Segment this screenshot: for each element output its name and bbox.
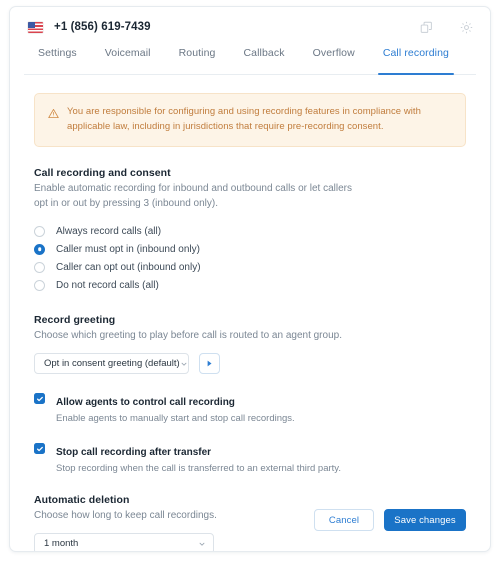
warning-triangle-icon [48, 106, 59, 134]
warning-text: You are responsible for configuring and … [67, 106, 421, 132]
radio-option-do-not-record[interactable]: Do not record calls (all) [34, 276, 466, 294]
checkbox-checked-icon [34, 443, 45, 455]
agent-control-toggle: Allow agents to control call recording E… [34, 392, 466, 424]
stop-after-transfer-checkbox-row[interactable]: Stop call recording after transfer Stop … [34, 442, 466, 474]
card-header: +1 (856) 619-7439 [10, 7, 490, 47]
radio-indicator [34, 225, 45, 237]
greeting-description: Choose which greeting to play before cal… [34, 330, 342, 342]
agent-control-checkbox-row[interactable]: Allow agents to control call recording E… [34, 392, 466, 424]
chevron-down-icon [180, 360, 188, 368]
radio-label: Caller can opt out (inbound only) [56, 261, 201, 273]
tab-settings[interactable]: Settings [24, 47, 91, 75]
tab-voicemail[interactable]: Voicemail [91, 47, 165, 75]
consent-title: Call recording and consent [34, 167, 171, 180]
save-changes-button[interactable]: Save changes [384, 509, 466, 531]
agent-control-title: Allow agents to control call recording [56, 397, 235, 409]
stop-after-transfer-description: Stop recording when the call is transfer… [56, 463, 341, 475]
gear-icon[interactable] [458, 19, 474, 35]
record-greeting-section: Record greeting Choose which greeting to… [34, 314, 466, 375]
radio-option-always-record[interactable]: Always record calls (all) [34, 222, 466, 240]
compliance-warning-banner: You are responsible for configuring and … [34, 93, 466, 148]
stop-after-transfer-title: Stop call recording after transfer [56, 447, 212, 459]
consent-radio-group: Always record calls (all) Caller must op… [34, 222, 466, 294]
radio-option-caller-must-opt-in[interactable]: Caller must opt in (inbound only) [34, 240, 466, 258]
tab-routing[interactable]: Routing [165, 47, 230, 75]
tab-overflow[interactable]: Overflow [299, 47, 369, 75]
radio-indicator [34, 261, 45, 273]
phone-number: +1 (856) 619-7439 [54, 21, 151, 33]
agent-control-text: Allow agents to control call recording E… [56, 392, 295, 424]
greeting-controls: Opt in consent greeting (default) [34, 353, 466, 375]
us-flag-icon [28, 21, 43, 33]
greeting-select[interactable]: Opt in consent greeting (default) [34, 353, 189, 375]
greeting-title: Record greeting [34, 314, 116, 327]
radio-label: Caller must opt in (inbound only) [56, 243, 200, 255]
agent-control-description: Enable agents to manually start and stop… [56, 413, 295, 425]
card-footer: Cancel Save changes [10, 489, 490, 551]
play-greeting-button[interactable] [199, 353, 220, 375]
tab-bar: Settings Voicemail Routing Callback Over… [10, 47, 490, 75]
radio-label: Always record calls (all) [56, 225, 162, 237]
card-body: You are responsible for configuring and … [10, 75, 490, 551]
header-actions [418, 19, 474, 35]
call-recording-consent-section: Call recording and consent Enable automa… [34, 167, 466, 294]
checkbox-checked-icon [34, 393, 45, 405]
call-recording-settings-card: +1 (856) 619-7439 Settings Voicemail Rou… [9, 6, 491, 552]
radio-option-caller-can-opt-out[interactable]: Caller can opt out (inbound only) [34, 258, 466, 276]
play-icon [205, 355, 214, 373]
radio-label: Do not record calls (all) [56, 279, 159, 291]
cancel-button[interactable]: Cancel [314, 509, 374, 531]
consent-description: Enable automatic recording for inbound a… [34, 183, 352, 210]
greeting-select-value: Opt in consent greeting (default) [44, 358, 180, 370]
stop-after-transfer-text: Stop call recording after transfer Stop … [56, 442, 341, 474]
stop-after-transfer-toggle: Stop call recording after transfer Stop … [34, 442, 466, 474]
radio-indicator-selected [34, 243, 45, 255]
tab-callback[interactable]: Callback [230, 47, 299, 75]
copy-icon[interactable] [418, 19, 434, 35]
tab-call-recording[interactable]: Call recording [369, 47, 463, 75]
radio-indicator [34, 279, 45, 291]
